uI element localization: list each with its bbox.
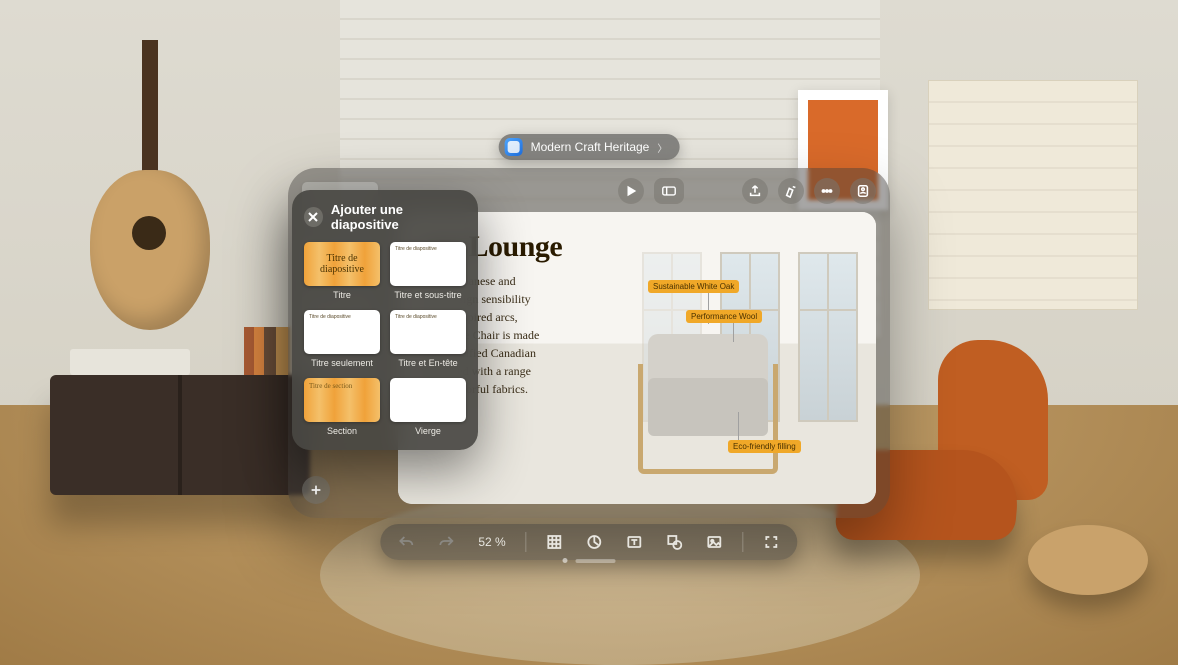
document-title-pill[interactable]: Modern Craft Heritage 〉 <box>499 134 680 160</box>
window-blind <box>928 80 1138 310</box>
chevron-right-icon: 〉 <box>657 140 667 155</box>
popover-title: Ajouter une diapositive <box>331 202 466 232</box>
add-slide-button[interactable] <box>302 476 330 504</box>
layout-option-titre-entete[interactable]: Titre de diapositive Titre et En-tête <box>390 310 466 368</box>
insert-shape-button[interactable] <box>663 530 687 554</box>
guitar-decor <box>90 30 210 330</box>
share-button[interactable] <box>742 178 768 204</box>
insert-text-button[interactable] <box>623 530 647 554</box>
credenza-decor <box>50 375 310 495</box>
layout-option-titre-seulement[interactable]: Titre de diapositive Titre seulement <box>304 310 380 368</box>
add-slide-popover: Ajouter une diapositive Titre de diaposi… <box>292 190 478 450</box>
keynote-app-icon <box>505 138 523 156</box>
callout-label-oak[interactable]: Sustainable White Oak <box>648 280 739 293</box>
document-title: Modern Craft Heritage <box>531 140 650 154</box>
close-popover-button[interactable] <box>304 207 323 227</box>
divider <box>743 532 744 552</box>
play-button[interactable] <box>618 178 644 204</box>
toolbar-actions-group <box>742 178 876 204</box>
expand-button[interactable] <box>760 530 784 554</box>
insert-media-button[interactable] <box>703 530 727 554</box>
rehearse-button[interactable] <box>654 178 684 204</box>
undo-button[interactable] <box>394 530 418 554</box>
insert-chart-button[interactable] <box>583 530 607 554</box>
insert-table-button[interactable] <box>543 530 567 554</box>
format-brush-button[interactable] <box>778 178 804 204</box>
zoom-level[interactable]: 52 % <box>474 535 509 549</box>
slide-layout-grid: Titre de diapositive Titre Titre de diap… <box>304 242 466 436</box>
layout-option-titre[interactable]: Titre de diapositive Titre <box>304 242 380 300</box>
callout-line <box>738 412 739 442</box>
layout-option-titre-sous-titre[interactable]: Titre de diapositive Titre et sous-titre <box>390 242 466 300</box>
callout-label-fill[interactable]: Eco-friendly filling <box>728 440 801 453</box>
more-button[interactable] <box>814 178 840 204</box>
window-pager[interactable] <box>563 558 616 563</box>
callout-label-wool[interactable]: Performance Wool <box>686 310 762 323</box>
redo-button[interactable] <box>434 530 458 554</box>
divider <box>526 532 527 552</box>
side-table-decor <box>1028 525 1148 595</box>
collaborate-button[interactable] <box>850 178 876 204</box>
bottom-toolbar: 52 % <box>380 524 797 560</box>
window-graphic <box>798 252 858 422</box>
layout-option-section[interactable]: Titre de section Section <box>304 378 380 436</box>
toolbar-present-group <box>618 178 684 204</box>
pager-handle[interactable] <box>576 559 616 563</box>
layout-option-vierge[interactable]: Vierge <box>390 378 466 436</box>
pager-dot <box>563 558 568 563</box>
